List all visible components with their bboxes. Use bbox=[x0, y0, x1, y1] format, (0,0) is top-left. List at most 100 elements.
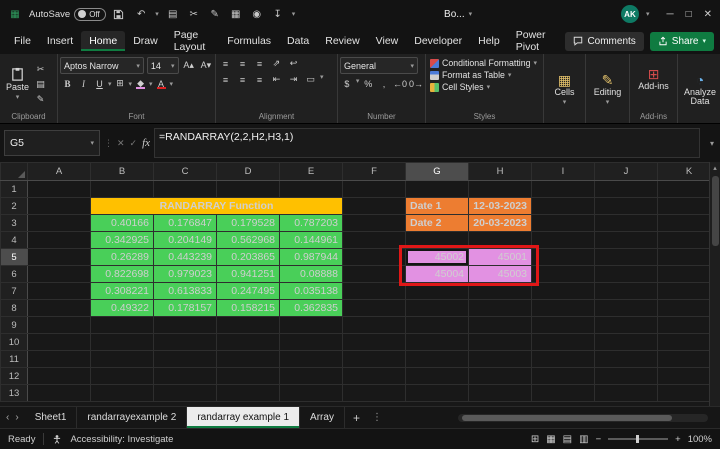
cell-F1[interactable] bbox=[343, 181, 406, 198]
cell-F8[interactable] bbox=[343, 300, 406, 317]
cell-A5[interactable] bbox=[28, 249, 91, 266]
cell-F12[interactable] bbox=[343, 368, 406, 385]
cell-E10[interactable] bbox=[280, 334, 343, 351]
cell-H1[interactable] bbox=[469, 181, 532, 198]
align-middle-icon[interactable]: ≡ bbox=[235, 57, 250, 70]
autosave-switch[interactable]: Off bbox=[74, 8, 106, 21]
menu-tab-file[interactable]: File bbox=[6, 31, 39, 51]
column-header-B[interactable]: B bbox=[91, 163, 154, 181]
column-header-J[interactable]: J bbox=[595, 163, 658, 181]
cell-G11[interactable] bbox=[406, 351, 469, 368]
add-sheet-button[interactable]: + bbox=[345, 407, 368, 428]
export-icon[interactable]: ↧ bbox=[271, 9, 285, 20]
cell-styles-button[interactable]: Cell Styles ▾ bbox=[428, 81, 541, 93]
orientation-icon[interactable]: ⇗ bbox=[269, 57, 284, 70]
cell-J1[interactable] bbox=[595, 181, 658, 198]
grow-font-icon[interactable]: A▴ bbox=[182, 59, 196, 72]
font-size-select[interactable]: 14▾ bbox=[147, 57, 179, 74]
row-header-8[interactable]: 8 bbox=[1, 300, 28, 317]
cell-E5[interactable]: 0.987944 bbox=[280, 249, 343, 266]
cell-H7[interactable] bbox=[469, 283, 532, 300]
analyze-data-button[interactable]: ◔ Analyze Data bbox=[680, 72, 720, 108]
cell-C7[interactable]: 0.613833 bbox=[154, 283, 217, 300]
cell-G3[interactable]: Date 2 bbox=[406, 215, 469, 232]
cell-F11[interactable] bbox=[343, 351, 406, 368]
cell-A2[interactable] bbox=[28, 198, 91, 215]
cell-I6[interactable] bbox=[532, 266, 595, 283]
cell-I3[interactable] bbox=[532, 215, 595, 232]
cell-G5[interactable]: 45002 bbox=[406, 249, 469, 266]
align-bottom-icon[interactable]: ≡ bbox=[252, 57, 267, 70]
menu-tab-developer[interactable]: Developer bbox=[406, 31, 470, 51]
decrease-indent-icon[interactable]: ⇤ bbox=[269, 73, 284, 86]
cell-B6[interactable]: 0.822698 bbox=[91, 266, 154, 283]
cell-I11[interactable] bbox=[532, 351, 595, 368]
cell-E8[interactable]: 0.362835 bbox=[280, 300, 343, 317]
accounting-chevron-icon[interactable]: ▾ bbox=[356, 77, 360, 90]
menu-tab-power-pivot[interactable]: Power Pivot bbox=[508, 25, 560, 57]
cell-H6[interactable]: 45003 bbox=[469, 266, 532, 283]
cell-E9[interactable] bbox=[280, 317, 343, 334]
cell-J9[interactable] bbox=[595, 317, 658, 334]
zoom-in-icon[interactable]: + bbox=[675, 434, 681, 445]
row-header-4[interactable]: 4 bbox=[1, 232, 28, 249]
cell-B12[interactable] bbox=[91, 368, 154, 385]
column-header-I[interactable]: I bbox=[532, 163, 595, 181]
column-header-A[interactable]: A bbox=[28, 163, 91, 181]
column-header-D[interactable]: D bbox=[217, 163, 280, 181]
select-all-button[interactable] bbox=[1, 163, 28, 181]
fill-color-icon[interactable]: ◆ bbox=[133, 77, 148, 90]
sheet-tab-randarray-example-1[interactable]: randarray example 1 bbox=[187, 407, 300, 428]
sheet-tab-sheet1[interactable]: Sheet1 bbox=[25, 407, 78, 428]
copy-icon[interactable]: ▤ bbox=[33, 78, 48, 91]
sheet-tab-randarrayexample-2[interactable]: randarrayexample 2 bbox=[77, 407, 187, 428]
normal-view-icon[interactable]: ▦ bbox=[546, 434, 555, 445]
row-header-2[interactable]: 2 bbox=[1, 198, 28, 215]
cell-B10[interactable] bbox=[91, 334, 154, 351]
align-center-icon[interactable]: ≡ bbox=[235, 73, 250, 86]
cell-C5[interactable]: 0.443239 bbox=[154, 249, 217, 266]
column-header-C[interactable]: C bbox=[154, 163, 217, 181]
minimize-button[interactable]: ─ bbox=[666, 9, 673, 20]
row-header-1[interactable]: 1 bbox=[1, 181, 28, 198]
account-avatar[interactable]: AK bbox=[621, 5, 639, 23]
cell-H5[interactable]: 45001 bbox=[469, 249, 532, 266]
cell-D13[interactable] bbox=[217, 385, 280, 402]
cell-J11[interactable] bbox=[595, 351, 658, 368]
cell-A6[interactable] bbox=[28, 266, 91, 283]
page-break-view-icon[interactable]: ▥ bbox=[579, 434, 588, 445]
cell-E13[interactable] bbox=[280, 385, 343, 402]
underline-icon[interactable]: U bbox=[92, 77, 107, 90]
zoom-out-icon[interactable]: − bbox=[596, 434, 602, 445]
bold-icon[interactable]: B bbox=[60, 77, 75, 90]
cell-J7[interactable] bbox=[595, 283, 658, 300]
menu-tab-view[interactable]: View bbox=[368, 31, 407, 51]
cell-E7[interactable]: 0.035138 bbox=[280, 283, 343, 300]
macro-record-icon[interactable]: ⊞ bbox=[531, 434, 539, 445]
conditional-formatting-button[interactable]: Conditional Formatting ▾ bbox=[428, 57, 541, 69]
cell-D9[interactable] bbox=[217, 317, 280, 334]
cell-C13[interactable] bbox=[154, 385, 217, 402]
cell-I1[interactable] bbox=[532, 181, 595, 198]
addins-button[interactable]: ⊞ Add-ins bbox=[634, 66, 673, 92]
cell-B9[interactable] bbox=[91, 317, 154, 334]
menu-tab-data[interactable]: Data bbox=[279, 31, 317, 51]
cell-B3[interactable]: 0.40166 bbox=[91, 215, 154, 232]
cell-J12[interactable] bbox=[595, 368, 658, 385]
cells-button[interactable]: ▦ Cells ▾ bbox=[550, 72, 578, 107]
cell-A7[interactable] bbox=[28, 283, 91, 300]
cell-C6[interactable]: 0.979023 bbox=[154, 266, 217, 283]
wrap-text-icon[interactable]: ↩ bbox=[286, 57, 301, 70]
increase-indent-icon[interactable]: ⇥ bbox=[286, 73, 301, 86]
cell-A9[interactable] bbox=[28, 317, 91, 334]
row-header-6[interactable]: 6 bbox=[1, 266, 28, 283]
underline-chevron-icon[interactable]: ▾ bbox=[108, 80, 112, 88]
zoom-slider[interactable] bbox=[608, 438, 668, 440]
borders-icon[interactable]: ⊞ bbox=[113, 77, 128, 90]
share-button[interactable]: Share ▾ bbox=[650, 32, 714, 51]
cell-D8[interactable]: 0.158215 bbox=[217, 300, 280, 317]
format-painter-icon[interactable]: ✎ bbox=[33, 93, 48, 106]
cell-E11[interactable] bbox=[280, 351, 343, 368]
fill-color-chevron-icon[interactable]: ▾ bbox=[149, 80, 153, 88]
menu-tab-draw[interactable]: Draw bbox=[125, 31, 166, 51]
